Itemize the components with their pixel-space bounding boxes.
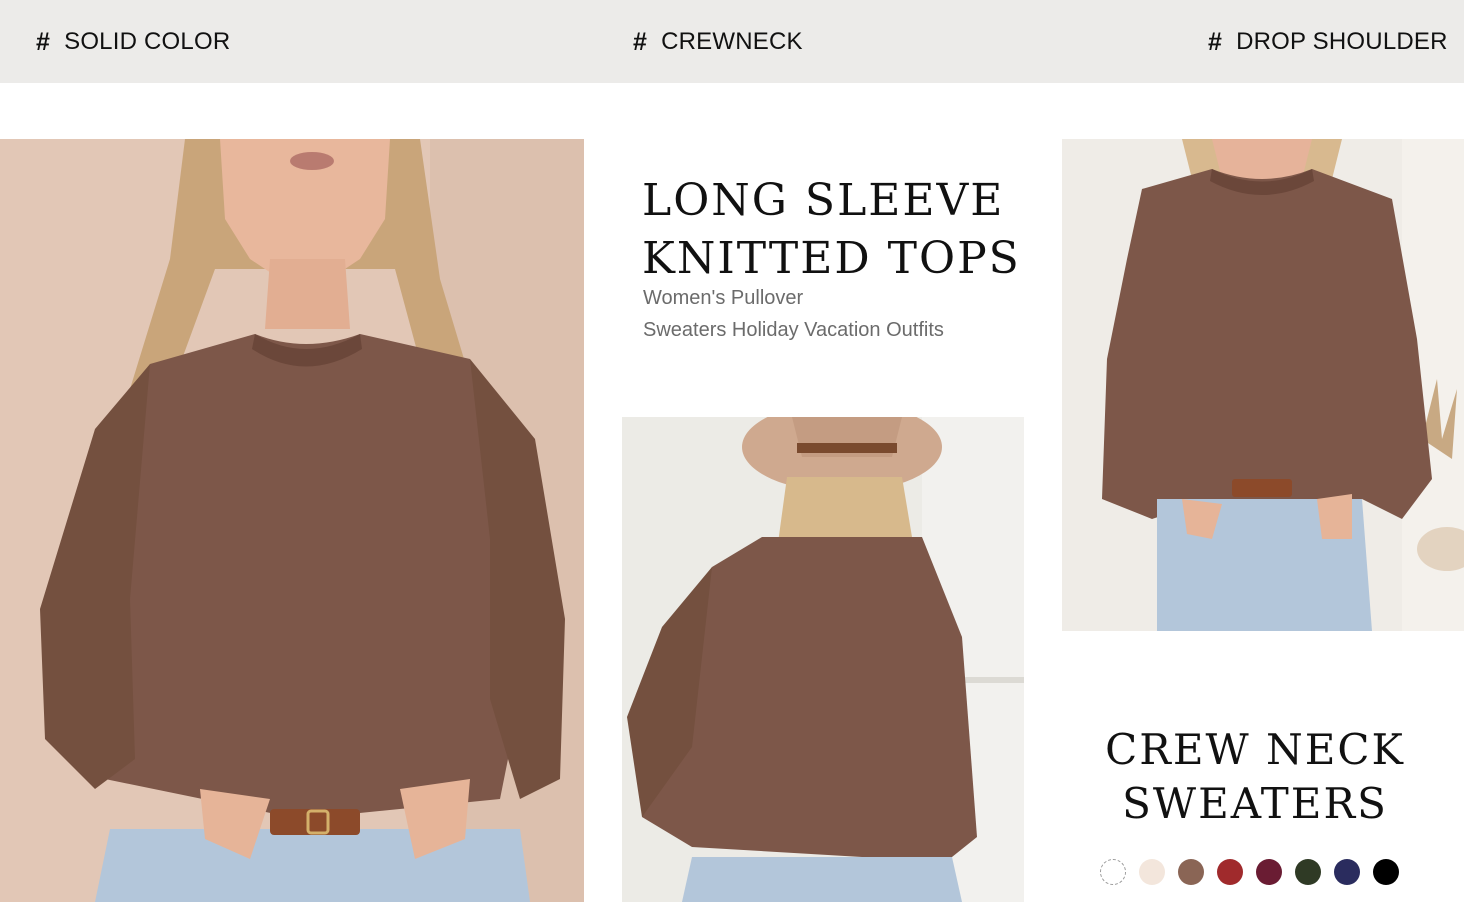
hash-icon: # <box>1208 27 1223 56</box>
model-front-photo <box>0 139 584 902</box>
tag-label: CREWNECK <box>661 28 803 55</box>
headline: LONG SLEEVE KNITTED TOPS <box>642 172 1032 288</box>
tag-drop-shoulder[interactable]: # DROP SHOULDER <box>1208 26 1448 58</box>
hash-icon: # <box>633 27 648 56</box>
crew-neck-title: CREW NECK SWEATERS <box>1062 723 1448 831</box>
crew-title-line-2: SWEATERS <box>1122 779 1388 828</box>
color-swatch[interactable] <box>1256 859 1282 885</box>
color-swatch[interactable] <box>1373 859 1399 885</box>
tag-label: SOLID COLOR <box>64 28 231 55</box>
color-swatch[interactable] <box>1178 859 1204 885</box>
headline-line-2: KNITTED TOPS <box>642 233 1021 285</box>
model-front-crop-photo <box>1062 139 1464 631</box>
crew-title-line-1: CREW NECK <box>1105 725 1405 774</box>
color-swatch[interactable] <box>1100 859 1126 885</box>
color-swatch[interactable] <box>1334 859 1360 885</box>
model-back-photo <box>622 417 1024 902</box>
subtitle-line-2: Sweaters Holiday Vacation Outfits <box>643 319 944 341</box>
tag-bar: # SOLID COLOR # CREWNECK # DROP SHOULDER <box>0 0 1464 83</box>
color-swatch[interactable] <box>1295 859 1321 885</box>
tag-crewneck[interactable]: # CREWNECK <box>633 26 803 58</box>
color-swatch[interactable] <box>1139 859 1165 885</box>
subtitle: Women's Pullover Sweaters Holiday Vacati… <box>643 282 1023 346</box>
tag-label: DROP SHOULDER <box>1236 28 1448 55</box>
color-swatches <box>1100 859 1399 887</box>
hash-icon: # <box>36 27 51 56</box>
subtitle-line-1: Women's Pullover <box>643 287 804 309</box>
color-swatch[interactable] <box>1217 859 1243 885</box>
headline-line-1: LONG SLEEVE <box>642 175 1005 227</box>
tag-solid-color[interactable]: # SOLID COLOR <box>36 26 230 58</box>
